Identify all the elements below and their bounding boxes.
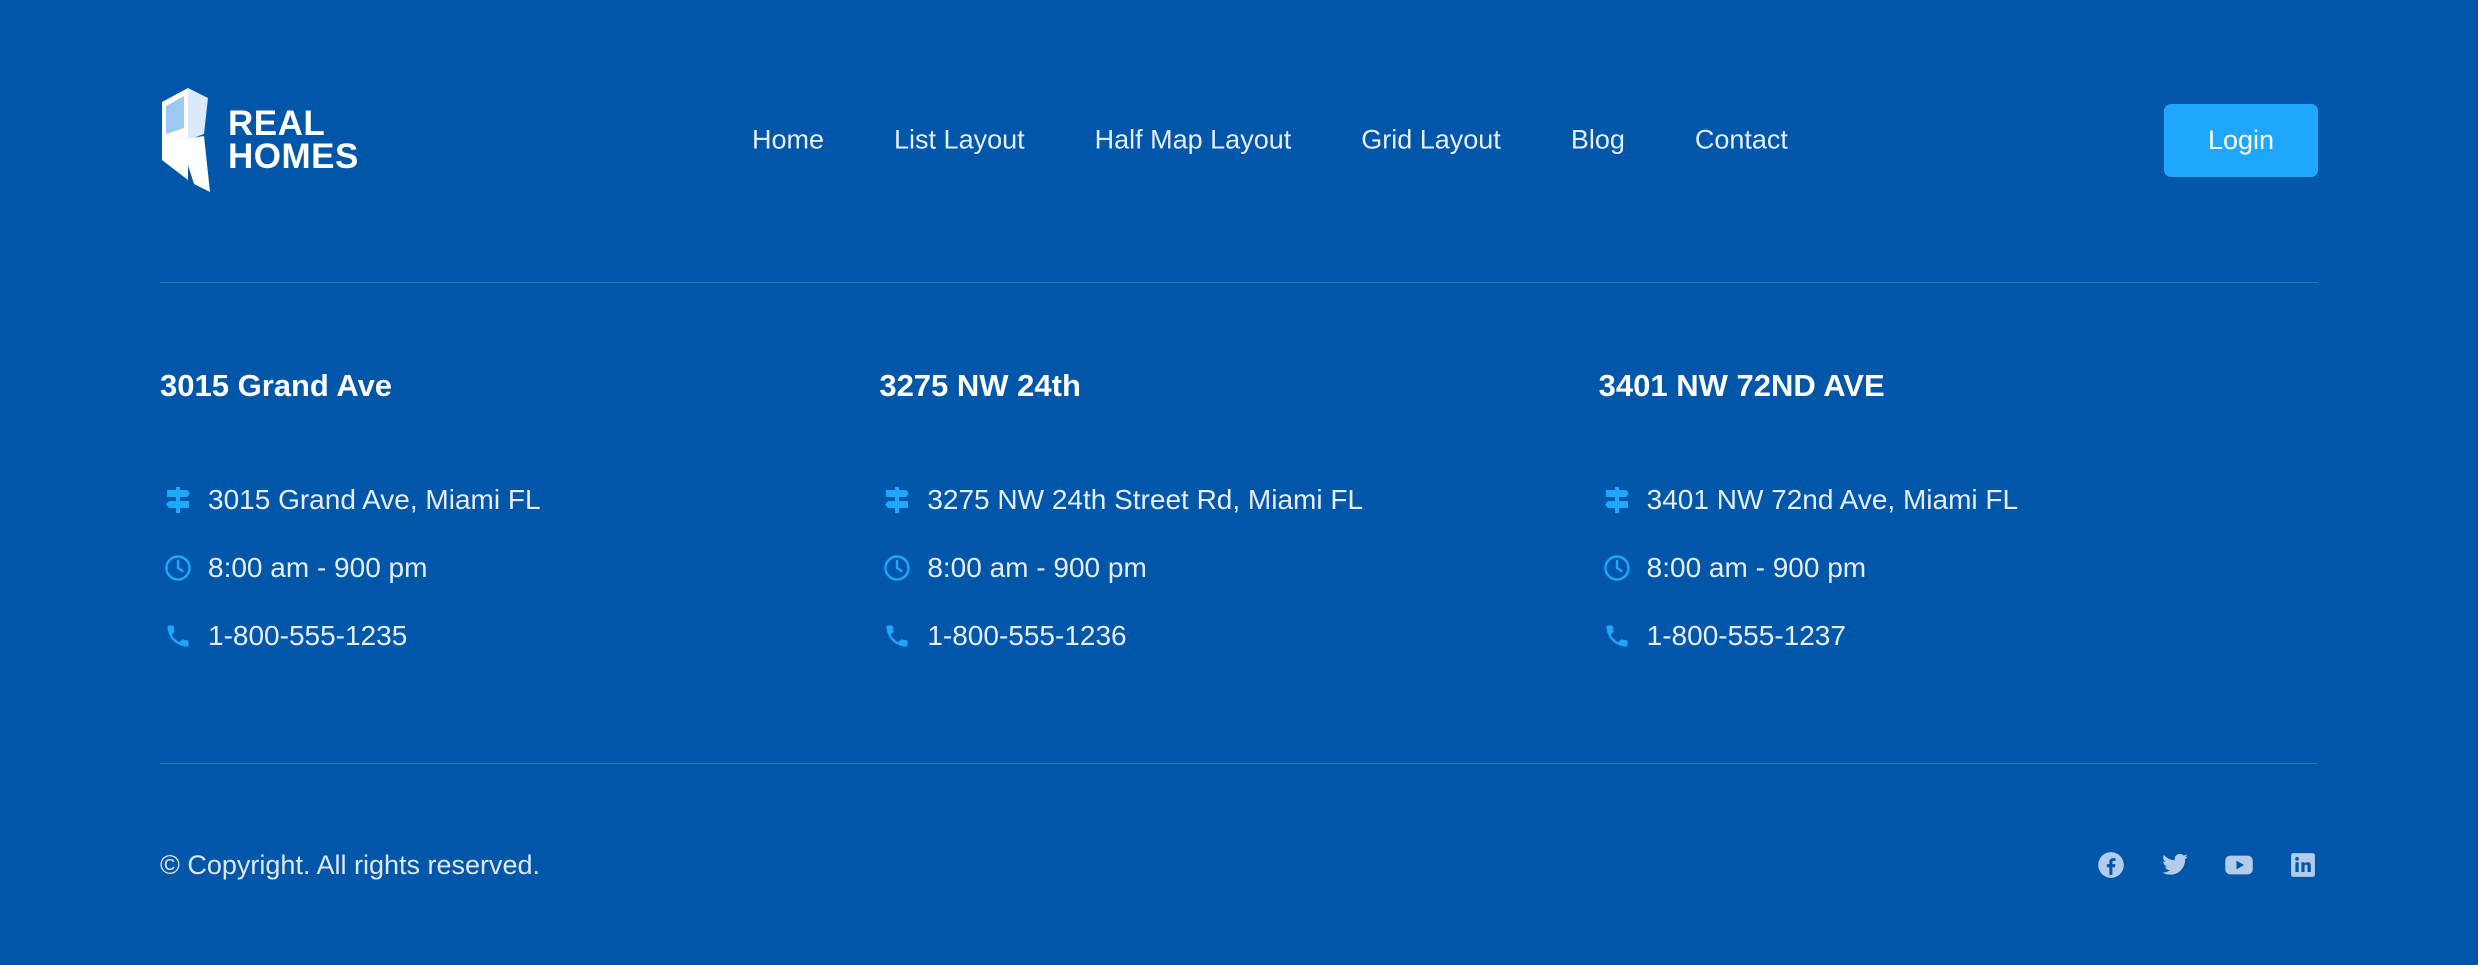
brand-logo[interactable]: REAL HOMES <box>160 88 359 192</box>
logo-mark-icon <box>160 88 210 192</box>
location-address-row: 3015 Grand Ave, Miami FL <box>160 480 879 520</box>
nav-item-contact[interactable]: Contact <box>1695 125 1788 156</box>
phone-icon <box>879 618 915 654</box>
location-hours: 8:00 am - 900 pm <box>208 552 428 583</box>
location-card: 3401 NW 72ND AVE 3401 NW 72nd Ave, Miami… <box>1599 364 2318 684</box>
location-address-row: 3401 NW 72nd Ave, Miami FL <box>1599 480 2318 520</box>
clock-icon <box>1599 550 1635 586</box>
location-card: 3015 Grand Ave 3015 Grand Ave, Miami FL <box>160 364 879 684</box>
location-title: 3015 Grand Ave <box>160 368 393 403</box>
footer-page: REAL HOMES Home List Layout Half Map Lay… <box>0 0 2478 965</box>
linkedin-icon[interactable] <box>2288 850 2318 880</box>
brand-name-line2: HOMES <box>228 137 359 176</box>
location-hours-row: 8:00 am - 900 pm <box>160 548 879 588</box>
phone-icon <box>1599 618 1635 654</box>
footer-bottom: © Copyright. All rights reserved. <box>160 845 2318 885</box>
main-nav: Home List Layout Half Map Layout Grid La… <box>752 125 1788 156</box>
location-phone[interactable]: 1-800-555-1236 <box>927 620 1126 652</box>
phone-icon <box>160 618 196 654</box>
location-phone[interactable]: 1-800-555-1235 <box>208 620 407 652</box>
clock-icon <box>160 550 196 586</box>
signpost-icon <box>879 482 915 518</box>
brand-name-line1: REAL <box>228 104 326 143</box>
login-button[interactable]: Login <box>2164 103 2318 177</box>
nav-item-grid-layout[interactable]: Grid Layout <box>1361 125 1501 156</box>
signpost-icon <box>160 482 196 518</box>
locations-section: 3015 Grand Ave 3015 Grand Ave, Miami FL <box>160 364 2318 684</box>
location-hours-row: 8:00 am - 900 pm <box>879 548 1598 588</box>
nav-item-home[interactable]: Home <box>752 125 824 156</box>
brand-name: REAL HOMES <box>228 104 359 176</box>
site-header: REAL HOMES Home List Layout Half Map Lay… <box>160 88 2318 192</box>
copyright-text: © Copyright. All rights reserved. <box>160 849 541 880</box>
location-hours: 8:00 am - 900 pm <box>1646 552 1867 583</box>
location-address: 3401 NW 72nd Ave, Miami FL <box>1646 484 2019 515</box>
location-phone-row: 1-800-555-1237 <box>1599 616 2318 656</box>
location-title: 3401 NW 72ND AVE <box>1598 368 1885 403</box>
nav-item-blog[interactable]: Blog <box>1571 125 1625 156</box>
location-address: 3275 NW 24th Street Rd, Miami FL <box>927 484 1364 515</box>
location-card: 3275 NW 24th 3275 NW 24th Street Rd, Mia… <box>879 364 1598 684</box>
location-phone-row: 1-800-555-1236 <box>879 616 1598 656</box>
location-title: 3275 NW 24th <box>879 368 1081 403</box>
location-phone[interactable]: 1-800-555-1237 <box>1647 620 1846 652</box>
location-address: 3015 Grand Ave, Miami FL <box>208 484 541 515</box>
clock-icon <box>879 550 915 586</box>
youtube-icon[interactable] <box>2224 850 2254 880</box>
nav-item-half-map-layout[interactable]: Half Map Layout <box>1095 125 1292 156</box>
signpost-icon <box>1599 482 1635 518</box>
footer-divider <box>160 763 2318 764</box>
nav-item-list-layout[interactable]: List Layout <box>894 125 1025 156</box>
twitter-icon[interactable] <box>2160 850 2190 880</box>
location-hours-row: 8:00 am - 900 pm <box>1599 548 2318 588</box>
social-links <box>2096 850 2318 880</box>
location-hours: 8:00 am - 900 pm <box>927 552 1147 583</box>
location-address-row: 3275 NW 24th Street Rd, Miami FL <box>879 480 1598 520</box>
header-divider <box>160 282 2318 283</box>
facebook-icon[interactable] <box>2096 850 2126 880</box>
location-phone-row: 1-800-555-1235 <box>160 616 879 656</box>
